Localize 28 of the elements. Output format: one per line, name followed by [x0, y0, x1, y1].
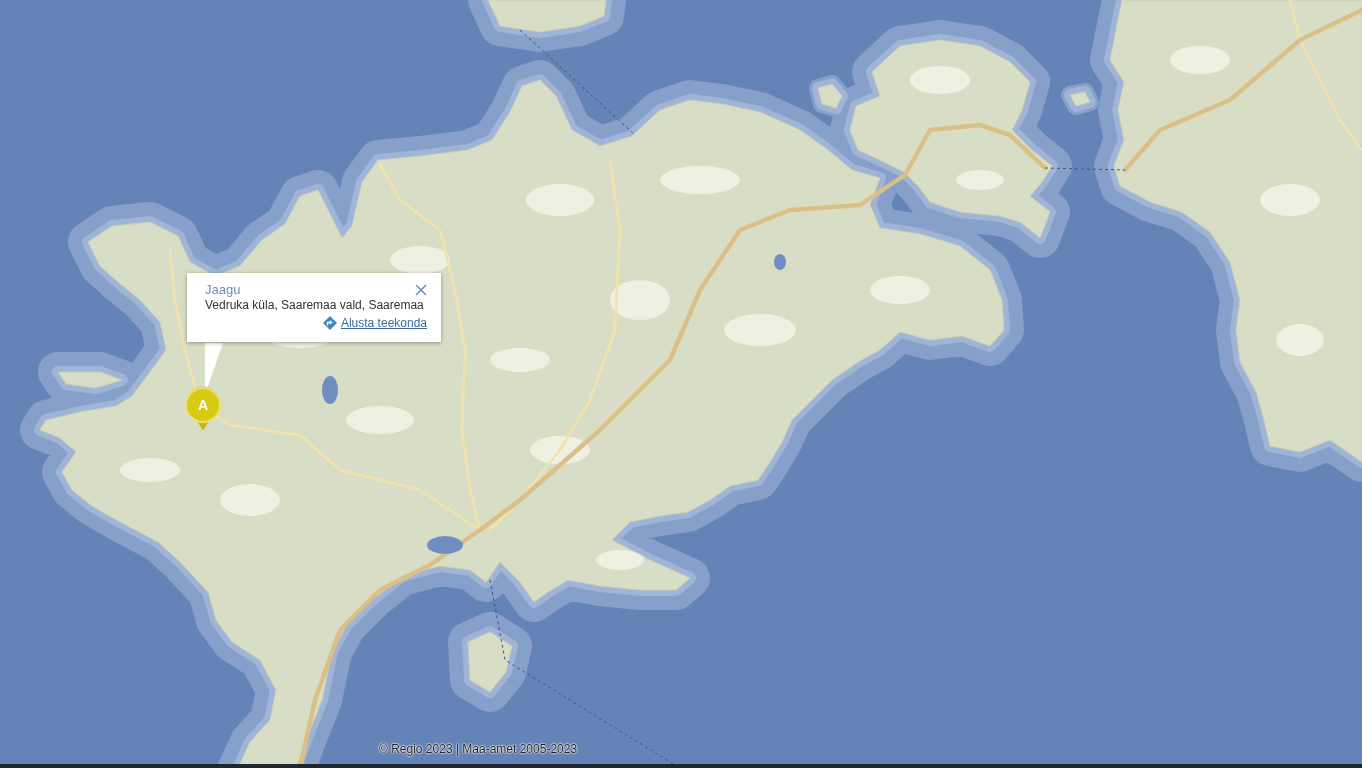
route-link[interactable]: Alusta teekonda [322, 316, 427, 330]
field-patch [956, 170, 1004, 190]
field-patch [724, 314, 796, 346]
islet [817, 83, 843, 109]
place-title: Jaagu [205, 282, 241, 298]
place-address: Vedruka küla, Saaremaa vald, Saaremaa [205, 298, 425, 313]
field-patch [870, 276, 930, 304]
field-patch [490, 348, 550, 372]
lake [774, 254, 786, 270]
lake [427, 536, 463, 554]
field-patch [1260, 184, 1320, 216]
field-patch [596, 550, 644, 570]
field-patch [390, 246, 450, 274]
field-patch [120, 458, 180, 482]
field-patch [220, 484, 280, 516]
field-patch [526, 184, 594, 216]
field-patch [530, 436, 590, 464]
map-attribution: © Regio 2023 | Maa-amet 2005-2023 [379, 742, 578, 756]
close-button[interactable] [415, 284, 427, 296]
field-patch [610, 280, 670, 320]
lake [322, 376, 338, 404]
directions-icon [322, 316, 337, 330]
field-patch [346, 406, 414, 434]
field-patch [1170, 46, 1230, 74]
close-icon [415, 284, 427, 296]
islet [1069, 91, 1091, 107]
field-patch [910, 66, 970, 94]
field-patch [1276, 324, 1324, 356]
